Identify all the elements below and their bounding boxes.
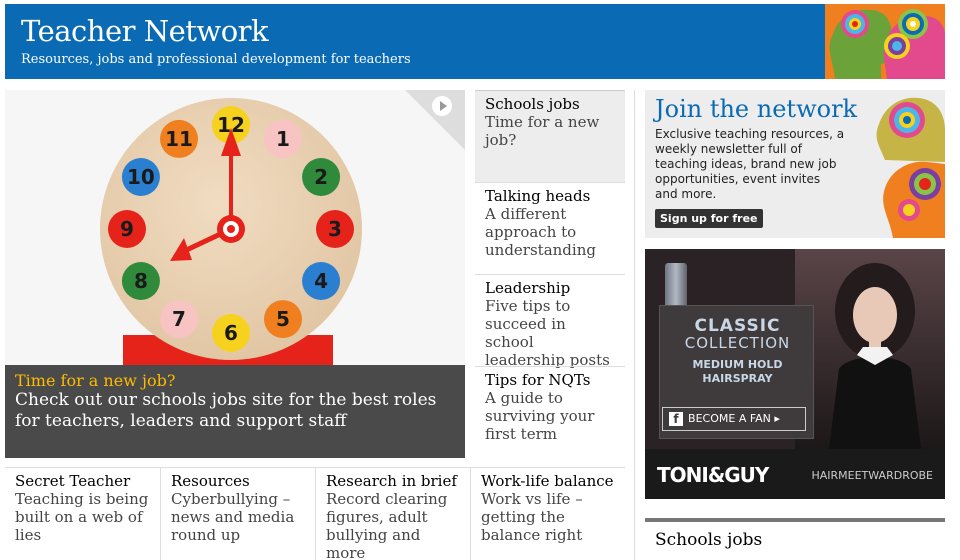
mid-card[interactable]: Leadership Five tips to succeed in schoo… [475, 274, 625, 369]
card-head[interactable]: Schools jobs [485, 95, 615, 113]
fan-label: BECOME A FAN [688, 412, 771, 425]
clock-number: 9 [120, 217, 134, 241]
clock-number: 2 [314, 165, 328, 189]
bottom-card[interactable]: Research in brief Record clearing figure… [315, 468, 470, 560]
clock-dial: 121234567891011 [108, 106, 354, 352]
ad-tagline: HAIRMEETWARDROBE [811, 469, 933, 482]
clock-number: 7 [172, 307, 186, 331]
join-network-promo: Join the network Exclusive teaching reso… [645, 90, 945, 238]
bottom-card-row: Secret Teacher Teaching is being built o… [5, 467, 625, 560]
card-head[interactable]: Secret Teacher [15, 472, 150, 490]
facebook-icon: f [669, 412, 683, 426]
card-sub[interactable]: A guide to surviving your first term [485, 389, 615, 443]
card-head[interactable]: Research in brief [326, 472, 460, 490]
mid-card[interactable]: Tips for NQTs A guide to surviving your … [475, 366, 625, 458]
bottom-card[interactable]: Work-life balance Work vs life – getting… [470, 468, 625, 560]
brand-logo: TONI&GUY [657, 463, 769, 487]
clock-number: 4 [314, 269, 328, 293]
clock-image: 12 1 2 3 4 5 6 7 8 9 10 11 [100, 98, 362, 360]
toniguy-advert[interactable]: CLASSIC COLLECTION MEDIUM HOLD HAIRSPRAY… [645, 249, 945, 499]
hero-feature[interactable]: 12 1 2 3 4 5 6 7 8 9 10 11 Time for a new job? Chec… [5, 90, 465, 458]
site-subtitle: Resources, jobs and professional develop… [21, 52, 411, 67]
clock-number: 8 [134, 269, 148, 293]
mid-card[interactable]: Talking heads A different approach to un… [475, 182, 625, 274]
clock-number: 11 [165, 127, 193, 151]
clock-number: 3 [328, 217, 342, 241]
card-head[interactable]: Tips for NQTs [485, 371, 615, 389]
site-header: Teacher Network Resources, jobs and prof… [5, 4, 945, 79]
model-photo [795, 249, 945, 449]
site-title[interactable]: Teacher Network [21, 14, 269, 48]
card-sub[interactable]: Time for a new job? [485, 113, 615, 149]
become-fan-button[interactable]: f BECOME A FAN ▸ [662, 407, 806, 431]
ad-line: COLLECTION [684, 334, 791, 352]
card-head[interactable]: Resources [171, 472, 305, 490]
card-sub[interactable]: Record clearing figures, adult bullying … [326, 490, 460, 560]
clock-number: 6 [224, 321, 238, 345]
card-sub[interactable]: Work vs life – getting the balance right [481, 490, 615, 544]
card-sub[interactable]: A different approach to understanding [485, 205, 615, 259]
card-head[interactable]: Work-life balance [481, 472, 615, 490]
ad-line: CLASSIC [694, 316, 781, 336]
hero-kicker[interactable]: Time for a new job? [15, 371, 455, 390]
card-sub[interactable]: Cyberbullying – news and media round up [171, 490, 305, 544]
ad-line: HAIRSPRAY [702, 372, 773, 385]
hero-caption: Time for a new job? Check out our school… [5, 365, 465, 458]
middle-column: Schools jobs Time for a new job? Talking… [475, 90, 625, 458]
schools-jobs-heading[interactable]: Schools jobs [645, 518, 945, 558]
play-icon[interactable] [432, 96, 452, 116]
ad-line: MEDIUM HOLD [692, 358, 783, 371]
sign-up-button[interactable]: Sign up for free [655, 209, 763, 228]
bottom-card[interactable]: Secret Teacher Teaching is being built o… [5, 468, 160, 560]
clock-number: 10 [127, 165, 155, 189]
card-head[interactable]: Talking heads [485, 187, 615, 205]
ad-text-box: CLASSIC COLLECTION MEDIUM HOLD HAIRSPRAY… [659, 305, 814, 439]
promo-title[interactable]: Join the network [655, 95, 857, 123]
card-head[interactable]: Leadership [485, 279, 615, 297]
promo-heads-graphic [855, 90, 945, 238]
hero-text[interactable]: Check out our schools jobs site for the … [15, 390, 455, 432]
clock-number: 5 [276, 307, 290, 331]
clock-number: 1 [276, 127, 290, 151]
card-sub[interactable]: Teaching is being built on a web of lies [15, 490, 150, 544]
card-sub[interactable]: Five tips to succeed in school leadershi… [485, 297, 615, 369]
promo-text: Exclusive teaching resources, a weekly n… [655, 127, 845, 201]
ad-bottom-bar: TONI&GUY HAIRMEETWARDROBE [645, 449, 945, 499]
mid-card[interactable]: Schools jobs Time for a new job? [475, 90, 625, 182]
column-divider [634, 90, 635, 560]
bottom-card[interactable]: Resources Cyberbullying – news and media… [160, 468, 315, 560]
header-heads-graphic [825, 4, 945, 79]
